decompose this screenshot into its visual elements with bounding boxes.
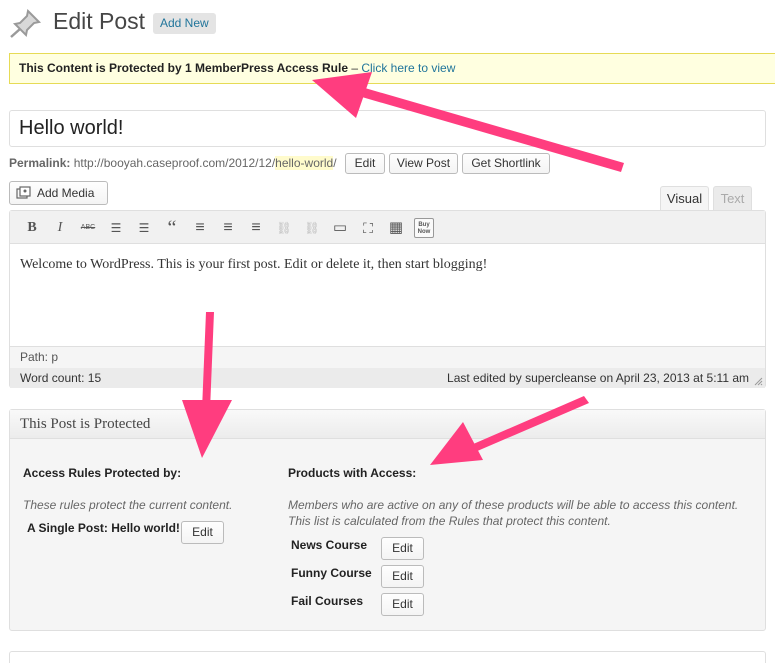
- numbered-list-icon[interactable]: ☰: [134, 218, 154, 238]
- access-rule-name: A Single Post: Hello world!: [27, 521, 180, 535]
- metabox-title[interactable]: This Post is Protected: [10, 410, 765, 439]
- post-title-input[interactable]: Hello world!: [9, 110, 766, 147]
- insert-link-icon[interactable]: ⛓: [274, 218, 294, 238]
- align-center-icon[interactable]: ≡: [218, 218, 238, 238]
- access-rules-description: These rules protect the current content.: [23, 498, 233, 512]
- unlink-icon[interactable]: ⛓: [302, 218, 322, 238]
- products-description-1: Members who are active on any of these p…: [288, 498, 739, 512]
- product-name: Funny Course: [291, 566, 372, 580]
- editor-path: Path: p: [10, 346, 765, 368]
- permalink-base: http://booyah.caseproof.com/2012/12/: [73, 156, 276, 170]
- italic-icon[interactable]: I: [50, 218, 70, 238]
- post-editor: B I ABC ☰ ☰ “ ≡ ≡ ≡ ⛓ ⛓ ▭ ⛶ ▦ Buy Now We…: [9, 210, 766, 388]
- products-description-2: This list is calculated from the Rules t…: [288, 514, 611, 528]
- last-edited: Last edited by supercleanse on April 23,…: [447, 371, 749, 385]
- product-name: Fail Courses: [291, 594, 364, 608]
- align-left-icon[interactable]: ≡: [190, 218, 210, 238]
- edit-rule-button[interactable]: Edit: [181, 521, 224, 544]
- bullet-list-icon[interactable]: ☰: [106, 218, 126, 238]
- get-shortlink-button[interactable]: Get Shortlink: [462, 153, 550, 174]
- permalink-row: Permalink: http://booyah.caseproof.com/2…: [9, 153, 337, 174]
- editor-content[interactable]: Welcome to WordPress. This is your first…: [20, 257, 487, 273]
- editor-toolbar: B I ABC ☰ ☰ “ ≡ ≡ ≡ ⛓ ⛓ ▭ ⛶ ▦ Buy Now: [10, 211, 765, 244]
- products-heading: Products with Access:: [288, 466, 417, 480]
- permalink-label: Permalink:: [9, 156, 71, 170]
- add-new-button[interactable]: Add New: [153, 13, 216, 34]
- fullscreen-icon[interactable]: ⛶: [358, 218, 378, 238]
- edit-product-button[interactable]: Edit: [381, 537, 424, 560]
- add-media-label: Add Media: [37, 186, 95, 200]
- notice-text: This Content is Protected by 1 MemberPre…: [19, 61, 348, 75]
- notice-separator: –: [348, 61, 362, 75]
- media-icon: [16, 186, 31, 199]
- edit-product-button[interactable]: Edit: [381, 593, 424, 616]
- word-count: Word count: 15: [20, 371, 102, 385]
- blockquote-icon[interactable]: “: [162, 218, 182, 238]
- permalink-end: /: [333, 156, 337, 170]
- access-rules-heading: Access Rules Protected by:: [23, 466, 182, 480]
- edit-permalink-button[interactable]: Edit: [345, 153, 385, 174]
- protection-metabox: This Post is Protected Access Rules Prot…: [9, 409, 766, 631]
- edit-product-button[interactable]: Edit: [381, 565, 424, 588]
- buy-now-icon[interactable]: Buy Now: [414, 218, 434, 238]
- tab-visual[interactable]: Visual: [660, 186, 709, 211]
- pushpin-icon: [10, 8, 42, 38]
- align-right-icon[interactable]: ≡: [246, 218, 266, 238]
- tab-text[interactable]: Text: [713, 186, 752, 211]
- notice-view-link[interactable]: Click here to view: [361, 61, 455, 75]
- product-name: News Course: [291, 538, 368, 552]
- more-tag-icon[interactable]: ▭: [330, 218, 350, 238]
- page-title: Edit Post: [53, 8, 146, 34]
- strikethrough-icon[interactable]: ABC: [78, 218, 98, 238]
- kitchen-sink-icon[interactable]: ▦: [386, 218, 406, 238]
- view-post-button[interactable]: View Post: [389, 153, 458, 174]
- bold-icon[interactable]: B: [22, 218, 42, 238]
- resize-grip-icon[interactable]: [753, 376, 763, 386]
- permalink-slug[interactable]: hello-world: [275, 156, 334, 170]
- add-media-button[interactable]: Add Media: [9, 181, 108, 205]
- protection-notice: This Content is Protected by 1 MemberPre…: [9, 53, 775, 84]
- editor-status-bar: Word count: 15 Last edited by superclean…: [10, 368, 765, 388]
- next-metabox-edge: [9, 651, 766, 663]
